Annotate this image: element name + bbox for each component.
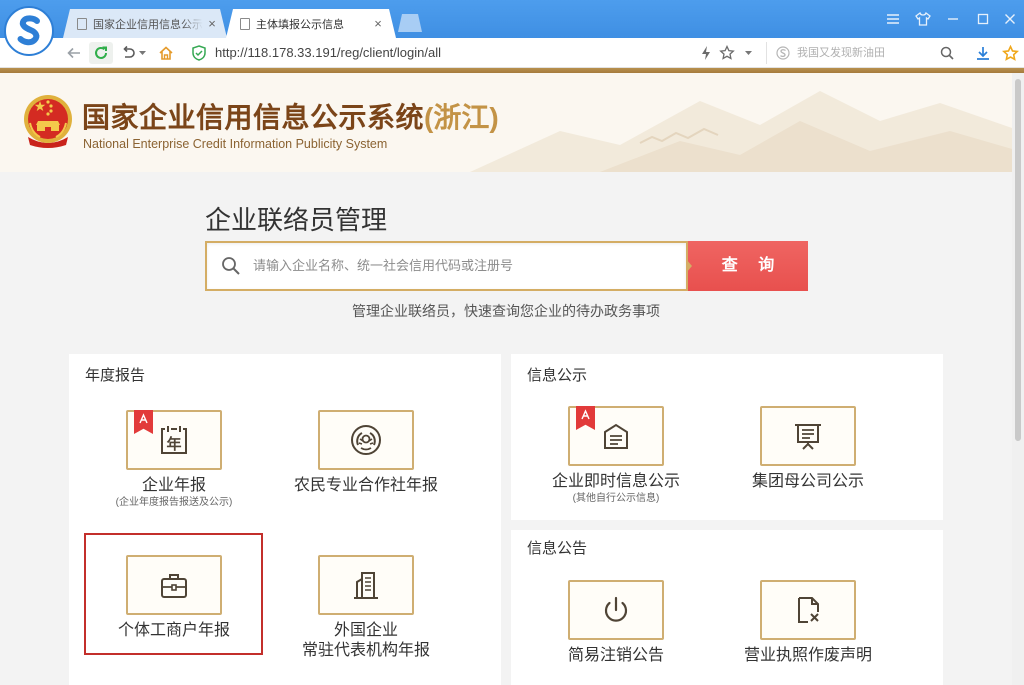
new-tab-button[interactable] (398, 14, 422, 32)
group-parent-publicity-item[interactable]: 集团母公司公示 (712, 406, 904, 516)
ribbon-glyph-icon (581, 409, 590, 420)
undo-icon[interactable] (118, 38, 138, 68)
url-field[interactable]: http://118.178.33.191/reg/client/login/a… (215, 38, 441, 68)
cooperative-annual-report-button[interactable] (318, 410, 414, 470)
page-icon (240, 17, 250, 30)
search-hint: 管理企业联络员，快速查询您企业的待办政务事项 (352, 303, 660, 319)
browser-search-placeholder: 我国又发现新油田 (797, 47, 885, 59)
cooperative-annual-report-item[interactable]: 农民专业合作社年报 (270, 410, 462, 520)
instant-info-publicity-item[interactable]: 企业即时信息公示 (其他自行公示信息) (520, 406, 712, 516)
instant-info-publicity-button[interactable] (568, 406, 664, 466)
panel-title: 年度报告 (85, 367, 146, 384)
tab-close-icon[interactable]: × (369, 16, 387, 31)
document-void-icon (798, 597, 819, 623)
item-label-line2[interactable]: 常驻代表机构年报 (270, 642, 462, 660)
item-label[interactable]: 企业即时信息公示 (520, 473, 712, 491)
info-publicity-panel: 信息公示 企业即时信息公示 (其他自行公示信息) 集团母公司公示 (511, 354, 943, 520)
item-label[interactable]: 农民专业合作社年报 (270, 477, 462, 495)
panel-title: 信息公告 (527, 540, 588, 557)
highlight-frame (84, 533, 263, 655)
ribbon-badge (576, 406, 595, 430)
site-subtitle: National Enterprise Credit Information P… (83, 137, 388, 151)
simple-deregistration-button[interactable] (568, 580, 664, 640)
search-icon (221, 256, 241, 276)
simple-deregistration-item[interactable]: 简易注销公告 (520, 580, 712, 685)
easel-board-icon (795, 424, 821, 450)
download-icon[interactable] (974, 38, 992, 68)
item-label[interactable]: 集团母公司公示 (712, 473, 904, 491)
calendar-glyph: 年 (166, 435, 181, 453)
tab-label: 国家企业信用信息公示系 (93, 18, 203, 31)
enterprise-annual-report-button[interactable]: 年 (126, 410, 222, 470)
license-void-statement-button[interactable] (760, 580, 856, 640)
home-icon[interactable] (156, 38, 176, 68)
page-icon (77, 17, 87, 30)
bookmark-star-icon[interactable] (718, 38, 736, 68)
search-notch-decoration (686, 259, 692, 273)
browser-search-box[interactable]: 我国又发现新油田 (766, 42, 964, 64)
page-title: 企业联络员管理 (205, 205, 388, 235)
tab-subject-filing[interactable]: 主体填报公示信息 × (226, 9, 396, 38)
minimize-icon[interactable] (943, 10, 963, 28)
item-label[interactable]: 企业年报 (78, 477, 270, 495)
foreign-representative-annual-report-item[interactable]: 外国企业 常驻代表机构年报 (270, 555, 462, 665)
cooperative-emblem-icon (351, 425, 381, 455)
ribbon-badge (134, 410, 153, 434)
site-title-region: (浙江) (424, 102, 499, 133)
item-label[interactable]: 简易注销公告 (520, 647, 712, 665)
sogou-browser-logo-icon[interactable] (3, 5, 55, 57)
dropdown-caret-icon[interactable] (138, 38, 147, 68)
annual-calendar-icon: 年 (161, 426, 187, 454)
skin-icon[interactable] (913, 10, 933, 28)
foreign-representative-annual-report-button[interactable] (318, 555, 414, 615)
browser-tab-bar: 国家企业信用信息公示系 × 主体填报公示信息 × (0, 0, 1024, 38)
info-announcement-panel: 信息公告 简易注销公告 营业执照作废声明 (511, 530, 943, 685)
address-bar: http://118.178.33.191/reg/client/login/a… (0, 38, 1024, 68)
group-parent-publicity-button[interactable] (760, 406, 856, 466)
tab-close-icon[interactable]: × (203, 16, 221, 31)
site-title-main: 国家企业信用信息公示系统 (82, 102, 425, 133)
sogou-search-engine-icon[interactable] (776, 46, 790, 60)
site-header: 国家企业信用信息公示系统 (浙江) National Enterprise Cr… (0, 73, 1012, 172)
building-icon (354, 572, 378, 599)
enterprise-annual-report-item[interactable]: 年 企业年报 (企业年度报告报送及公示) (78, 410, 270, 520)
favorites-star-icon[interactable] (1000, 38, 1020, 68)
item-sublabel: (其他自行公示信息) (572, 493, 660, 504)
ribbon-glyph-icon (139, 413, 148, 424)
back-icon[interactable] (64, 38, 84, 68)
power-icon (604, 596, 628, 622)
menu-icon[interactable] (883, 10, 903, 28)
national-emblem-icon (20, 93, 76, 151)
lightning-icon[interactable] (698, 38, 714, 68)
site-title: 国家企业信用信息公示系统 (浙江) (82, 102, 499, 134)
item-label[interactable]: 营业执照作废声明 (712, 647, 904, 665)
search-icon[interactable] (940, 46, 954, 60)
panel-title: 信息公示 (527, 367, 588, 384)
tab-enterprise-credit[interactable]: 国家企业信用信息公示系 × (63, 9, 227, 38)
search-placeholder: 请输入企业名称、统一社会信用代码或注册号 (253, 258, 514, 273)
vertical-scrollbar[interactable] (1012, 73, 1024, 685)
tab-label: 主体填报公示信息 (256, 18, 344, 31)
annual-report-panel: 年度报告 年 企业年报 (企业年度报告报送及公示) 农民专业合作社年报 个体工商… (69, 354, 501, 685)
search-button[interactable]: 查 询 (688, 241, 808, 291)
license-void-statement-item[interactable]: 营业执照作废声明 (712, 580, 904, 685)
security-shield-icon[interactable] (190, 38, 208, 68)
dropdown-caret-icon[interactable] (743, 38, 753, 68)
close-icon[interactable] (1000, 10, 1020, 28)
scrollbar-thumb[interactable] (1015, 79, 1021, 441)
item-sublabel: (企业年度报告报送及公示) (115, 497, 233, 508)
enterprise-search-input[interactable]: 请输入企业名称、统一社会信用代码或注册号 (205, 241, 688, 291)
notice-board-icon (604, 423, 628, 449)
maximize-icon[interactable] (973, 10, 993, 28)
item-label[interactable]: 外国企业 (270, 622, 462, 640)
refresh-icon[interactable] (91, 38, 111, 68)
